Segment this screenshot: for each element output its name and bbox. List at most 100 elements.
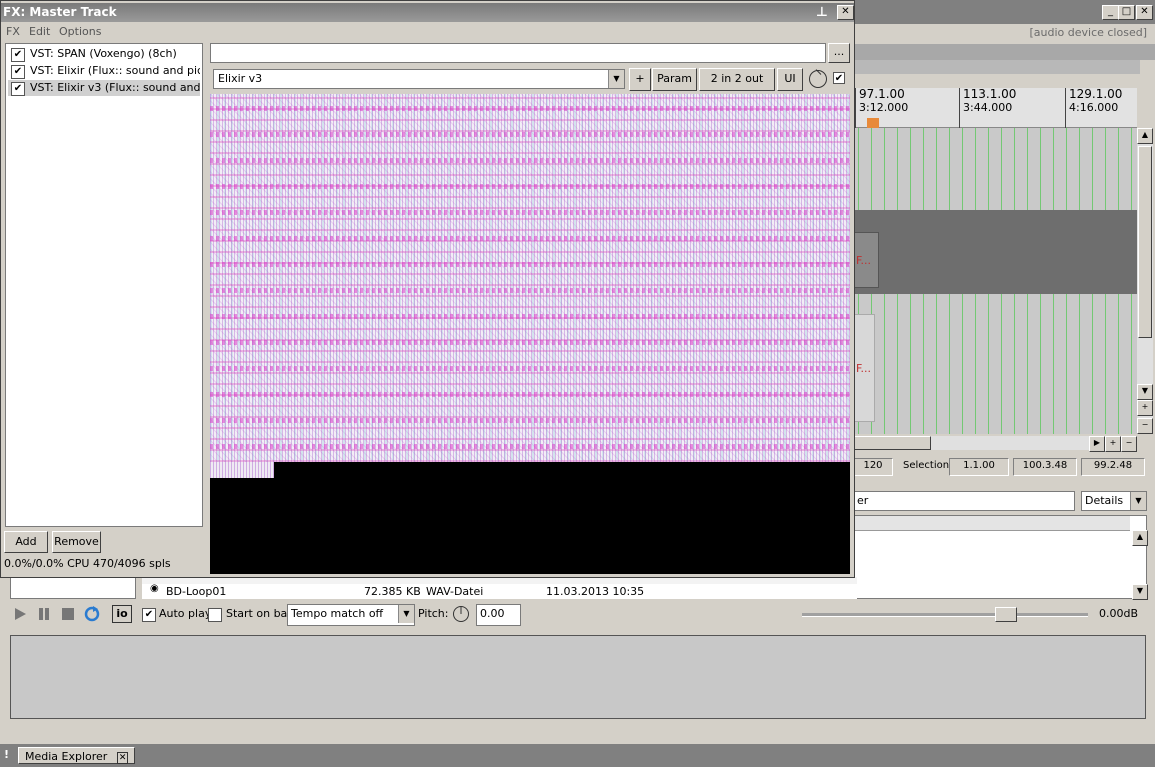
plugin-gui-noise [210, 94, 850, 462]
zoom-out-icon[interactable]: − [1137, 418, 1153, 434]
zoom-in-icon[interactable]: + [1105, 436, 1121, 452]
audio-file-icon: ◉ [150, 583, 159, 594]
horizontal-scrollbar[interactable]: ▶ + − [853, 436, 1137, 452]
vertical-scrollbar[interactable]: ▲ ▼ + − [1137, 128, 1153, 434]
ui-toggle-button[interactable]: UI [777, 68, 803, 91]
fx-chain-item-label: VST: SPAN (Voxengo) (8ch) [30, 47, 177, 60]
plugin-gui[interactable] [210, 94, 850, 574]
menu-options[interactable]: Options [59, 25, 101, 38]
stop-icon[interactable] [60, 606, 76, 622]
scroll-up-icon[interactable]: ▲ [1137, 128, 1153, 144]
fx-window-titlebar[interactable]: FX: Master Track ⊥ ✕ [1, 3, 854, 22]
ruler-mark: 129.1.00 4:16.000 [1065, 88, 1122, 128]
ruler-bar: 113.1.00 [963, 87, 1017, 101]
ruler-mark: 97.1.00 3:12.000 [855, 88, 908, 128]
close-icon[interactable]: ✕ [837, 5, 854, 20]
docker-grip-icon[interactable]: ! [4, 748, 9, 761]
minimize-icon[interactable]: _ [1102, 5, 1119, 20]
fx-bypass-checkbox[interactable]: ✔ [833, 72, 845, 84]
file-list[interactable]: ▲ ▼ [853, 515, 1148, 600]
preset-browse-button[interactable]: ... [828, 43, 850, 63]
pitch-knob-icon[interactable] [452, 605, 470, 623]
timeline-ruler[interactable]: 97.1.00 3:12.000 113.1.00 3:44.000 129.1… [853, 88, 1137, 128]
preview-waveform[interactable] [10, 635, 1146, 719]
menu-edit[interactable]: Edit [29, 25, 50, 38]
fx-enable-checkbox[interactable]: ✔ [11, 48, 25, 62]
menu-fx[interactable]: FX [6, 25, 20, 38]
auto-play-label: Auto play [159, 607, 212, 620]
add-fx-button[interactable]: Add [4, 531, 48, 553]
folder-tree[interactable] [10, 577, 136, 599]
wet-knob-icon[interactable] [809, 69, 827, 88]
fx-enable-checkbox[interactable]: ✔ [11, 65, 25, 79]
selection-start-field[interactable]: 1.1.00 [949, 458, 1009, 476]
fx-chain-item[interactable]: ✔ VST: SPAN (Voxengo) (8ch) [8, 46, 200, 62]
track-lane[interactable]: F... [853, 210, 1137, 294]
plugin-preset-select[interactable]: Elixir v3 ▼ [213, 69, 625, 89]
io-routing-button[interactable]: 2 in 2 out [699, 68, 775, 91]
docker-tabbar: ! Media Explorer ✕ [0, 744, 1155, 767]
media-item-label: F... [856, 362, 872, 375]
noise-band [210, 340, 850, 345]
tab-media-explorer[interactable]: Media Explorer ✕ [18, 747, 136, 764]
arrange-view[interactable]: F... F... [853, 128, 1137, 434]
param-button[interactable]: Param [652, 68, 697, 91]
selection-length-field[interactable]: 99.2.48 [1081, 458, 1145, 476]
close-icon[interactable]: ✕ [116, 752, 129, 764]
fx-chain-item-label: VST: Elixir (Flux:: sound and pictur... [30, 64, 200, 77]
chevron-down-icon[interactable]: ▼ [1130, 492, 1146, 510]
scroll-down-icon[interactable]: ▼ [1132, 584, 1148, 600]
view-mode-value: Details [1085, 494, 1124, 507]
chevron-down-icon[interactable]: ▼ [398, 605, 414, 623]
noise-band [210, 184, 850, 189]
scrollbar-thumb[interactable] [1138, 146, 1152, 338]
play-icon[interactable] [12, 606, 28, 622]
volume-slider-thumb[interactable] [995, 607, 1017, 622]
fx-chain-list[interactable]: ✔ VST: SPAN (Voxengo) (8ch) ✔ VST: Elixi… [5, 43, 203, 527]
fx-chain-item-label: VST: Elixir v3 (Flux:: sound and pi... [30, 81, 200, 94]
tempo-match-value: Tempo match off [291, 607, 384, 620]
playhead-marker-icon[interactable] [867, 118, 879, 128]
zoom-in-icon[interactable]: + [1137, 400, 1153, 416]
loop-icon[interactable] [84, 606, 100, 622]
fx-enable-checkbox[interactable]: ✔ [11, 82, 25, 96]
chevron-down-icon[interactable]: ▼ [608, 70, 624, 88]
fx-chain-item[interactable]: ✔ VST: Elixir v3 (Flux:: sound and pi... [8, 80, 200, 96]
add-preset-button[interactable]: + [629, 68, 651, 91]
noise-band [210, 418, 850, 423]
io-button[interactable]: io [112, 605, 132, 623]
ruler-bar: 97.1.00 [859, 87, 905, 101]
ruler-time: 3:44.000 [963, 101, 1013, 114]
explorer-search-input[interactable]: er [853, 491, 1075, 511]
auto-play-checkbox[interactable]: ✔ [142, 608, 156, 622]
pause-icon[interactable] [36, 606, 52, 622]
plugin-name: Elixir v3 [218, 72, 263, 85]
view-mode-select[interactable]: Details ▼ [1081, 491, 1147, 511]
pitch-input[interactable]: 0.00 [476, 604, 521, 626]
file-row-partial [142, 577, 857, 584]
tab-label: Media Explorer [25, 750, 108, 763]
close-icon[interactable]: ✕ [1136, 5, 1153, 20]
volume-slider[interactable] [802, 613, 1088, 617]
preset-input[interactable] [210, 43, 826, 63]
remove-fx-button[interactable]: Remove [52, 531, 101, 553]
scroll-up-icon[interactable]: ▲ [1132, 530, 1148, 546]
scroll-right-icon[interactable]: ▶ [1089, 436, 1105, 452]
transport-bar: 120 Selection: 1.1.00 100.3.48 99.2.48 [853, 458, 1155, 476]
file-type: WAV-Datei [426, 585, 484, 598]
fx-menubar: FX Edit Options [1, 23, 854, 41]
media-item-label: F... [856, 254, 872, 267]
file-size: 72.385 KB [364, 585, 421, 598]
toolbar-strip [855, 60, 1140, 74]
scroll-down-icon[interactable]: ▼ [1137, 384, 1153, 400]
noise-band [210, 106, 850, 111]
zoom-out-icon[interactable]: − [1121, 436, 1137, 452]
fx-chain-item[interactable]: ✔ VST: Elixir (Flux:: sound and pictur..… [8, 63, 200, 79]
tempo-match-select[interactable]: Tempo match off ▼ [287, 604, 415, 626]
maximize-icon[interactable]: □ [1118, 5, 1135, 20]
pin-icon[interactable]: ⊥ [816, 3, 828, 22]
scrollbar-thumb[interactable] [853, 436, 931, 450]
bpm-field[interactable]: 120 [853, 458, 893, 476]
start-on-bar-checkbox[interactable] [208, 608, 222, 622]
selection-end-field[interactable]: 100.3.48 [1013, 458, 1077, 476]
